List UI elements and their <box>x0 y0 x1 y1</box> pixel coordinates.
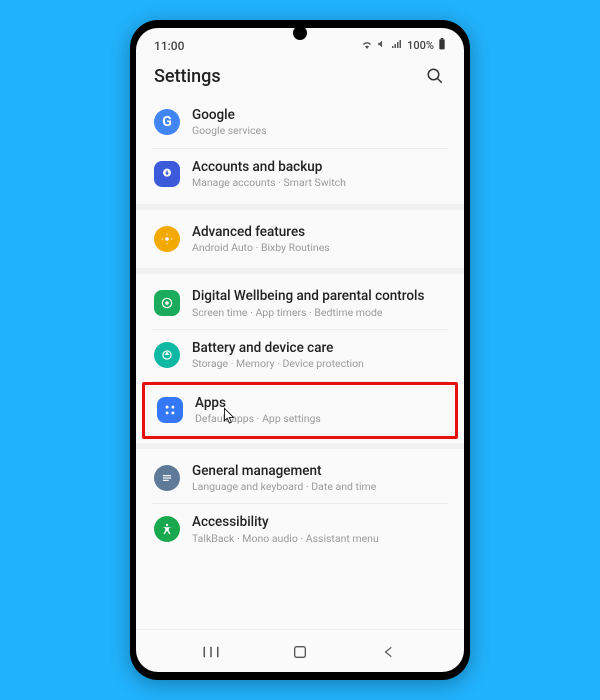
settings-row-advanced[interactable]: Advanced features Android Auto · Bixby R… <box>148 214 452 265</box>
nav-home[interactable] <box>288 640 312 664</box>
home-icon <box>292 644 308 660</box>
wifi-icon <box>361 39 373 52</box>
search-icon <box>426 67 444 85</box>
advanced-icon <box>154 226 180 252</box>
page-title: Settings <box>154 66 221 87</box>
camera-notch <box>293 26 307 40</box>
nav-bar <box>136 629 464 672</box>
back-icon <box>382 645 396 659</box>
search-button[interactable] <box>424 65 446 87</box>
settings-row-battery[interactable]: Battery and device care Storage · Memory… <box>148 330 452 381</box>
phone-screen: 11:00 100% Settings <box>136 28 464 672</box>
row-title-advanced: Advanced features <box>192 224 446 240</box>
row-sub-battery: Storage · Memory · Device protection <box>192 358 446 371</box>
voice-icon <box>377 39 387 52</box>
row-title-apps: Apps <box>195 395 443 411</box>
settings-row-general[interactable]: General management Language and keyboard… <box>148 453 452 504</box>
row-title-access: Accessibility <box>192 514 446 530</box>
accessibility-icon <box>154 516 180 542</box>
accounts-icon <box>154 161 180 187</box>
settings-row-apps[interactable]: Apps Default apps · App settings <box>151 385 449 436</box>
general-icon <box>154 465 180 491</box>
battery-icon <box>438 38 446 53</box>
row-sub-accounts: Manage accounts · Smart Switch <box>192 177 446 190</box>
google-icon: G <box>154 109 180 135</box>
status-time: 11:00 <box>154 39 184 53</box>
settings-row-accounts[interactable]: Accounts and backup Manage accounts · Sm… <box>148 149 452 200</box>
row-title-wellbeing: Digital Wellbeing and parental controls <box>192 288 446 304</box>
apps-icon <box>157 397 183 423</box>
row-sub-google: Google services <box>192 125 446 138</box>
row-title-battery: Battery and device care <box>192 340 446 356</box>
row-sub-wellbeing: Screen time · App timers · Bedtime mode <box>192 307 446 320</box>
settings-row-wellbeing[interactable]: Digital Wellbeing and parental controls … <box>148 278 452 329</box>
row-sub-advanced: Android Auto · Bixby Routines <box>192 242 446 255</box>
phone-frame: 11:00 100% Settings <box>130 20 470 680</box>
row-title-google: Google <box>192 107 446 123</box>
wellbeing-icon <box>154 290 180 316</box>
signal-icon <box>391 39 403 52</box>
row-sub-access: TalkBack · Mono audio · Assistant menu <box>192 533 446 546</box>
row-sub-general: Language and keyboard · Date and time <box>192 481 446 494</box>
status-right: 100% <box>361 38 446 53</box>
highlight-box: Apps Default apps · App settings <box>142 382 458 439</box>
row-title-general: General management <box>192 463 446 479</box>
battery-care-icon <box>154 342 180 368</box>
nav-recents[interactable] <box>199 640 223 664</box>
nav-back[interactable] <box>377 640 401 664</box>
row-title-accounts: Accounts and backup <box>192 159 446 175</box>
recents-icon <box>202 645 220 659</box>
settings-row-google[interactable]: G Google Google services <box>148 97 452 148</box>
battery-percent: 100% <box>407 39 434 52</box>
settings-list[interactable]: G Google Google services Accounts and ba… <box>136 97 464 629</box>
page-header: Settings <box>136 57 464 97</box>
settings-row-accessibility[interactable]: Accessibility TalkBack · Mono audio · As… <box>148 504 452 555</box>
row-sub-apps: Default apps · App settings <box>195 413 443 426</box>
